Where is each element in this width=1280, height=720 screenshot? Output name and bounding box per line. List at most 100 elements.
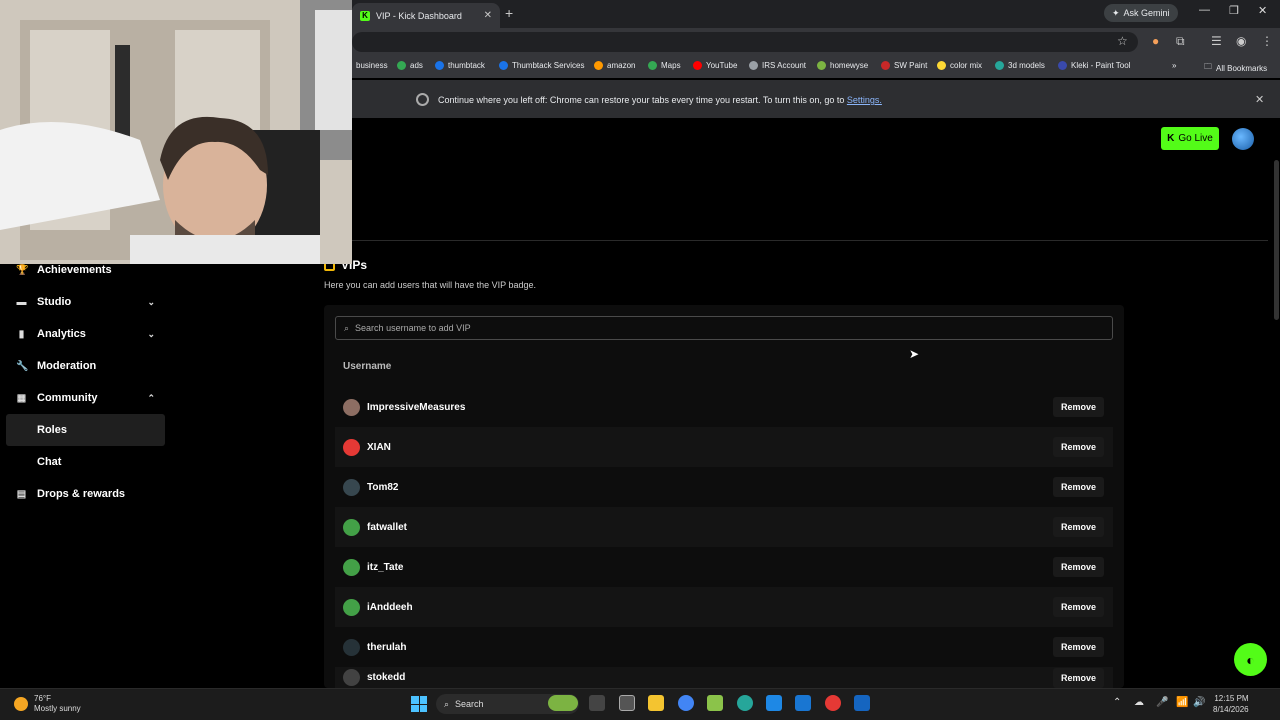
chevron-icon[interactable]: ⌃ [147,393,155,404]
sidebar-item-community[interactable]: ▦ Community ⌃ [0,382,165,414]
app-icon[interactable] [707,695,723,711]
notepad-icon[interactable] [619,695,635,711]
user-avatar[interactable] [1232,128,1254,150]
menu-icon[interactable]: ⋮ [1261,34,1273,48]
sidebar-subitem-chat[interactable]: Chat [6,446,165,478]
close-window-icon[interactable]: ✕ [1258,4,1267,17]
webcam-image [0,0,352,264]
mouse-cursor-icon: ➤ [909,347,920,361]
globe-icon[interactable] [737,695,753,711]
ask-gemini-button[interactable]: ✦ Ask Gemini [1104,4,1178,22]
extensions-icon[interactable]: ⧉ [1176,34,1185,49]
table-row: therulah Remove [335,627,1113,667]
editor-icon[interactable] [795,695,811,711]
infobar-close-icon[interactable]: ✕ [1255,93,1264,106]
chrome-taskbar-icon[interactable] [678,695,694,711]
chevron-icon[interactable]: ⌄ [147,297,155,308]
table-row: XIAN Remove [335,427,1113,467]
task-view-icon[interactable] [589,695,605,711]
bookmark-item[interactable]: amazon [594,61,635,70]
bookmark-favicon-icon [749,61,758,70]
sidebar-item-studio[interactable]: ▬ Studio ⌄ [0,286,165,318]
remove-button[interactable]: Remove [1052,477,1104,497]
media-icon[interactable]: ☰ [1211,34,1222,48]
weather-widget[interactable]: 76°F Mostly sunny [14,694,81,714]
all-bookmarks-button[interactable]: 🗀 All Bookmarks [1204,61,1267,75]
clock-time: 12:15 PM [1214,694,1249,703]
obs-icon[interactable] [825,695,841,711]
remove-button[interactable]: Remove [1052,637,1104,657]
go-live-button[interactable]: K Go Live [1161,127,1219,150]
document-icon[interactable] [766,695,782,711]
taskbar-clock[interactable]: 12:15 PM 8/14/2026 [1213,693,1249,715]
bookmark-item[interactable]: homewyse [817,61,868,70]
browser-tab[interactable]: K VIP - Kick Dashboard ✕ [352,3,500,28]
remove-button[interactable]: Remove [1052,597,1104,617]
search-field[interactable]: ⌕ [335,316,1113,340]
tray-overflow-icon[interactable]: ⌃ [1113,697,1121,708]
help-chat-button[interactable]: ◐ [1234,643,1267,676]
minimize-icon[interactable]: — [1199,4,1210,16]
windows-start-icon[interactable] [411,696,427,712]
star-icon[interactable]: ☆ [1117,34,1128,48]
bookmark-item[interactable]: color mix [937,61,982,70]
table-row: itz_Tate Remove [335,547,1113,587]
bookmark-favicon-icon [881,61,890,70]
bookmark-favicon-icon [693,61,702,70]
profile-extension-icon[interactable]: ● [1152,34,1159,48]
bookmark-item[interactable]: Thumbtack Services [499,61,584,70]
sidebar-item-analytics[interactable]: ▮ Analytics ⌄ [0,318,165,350]
sidebar-item-moderation[interactable]: 🔧 Moderation [0,350,165,382]
bookmark-item[interactable]: Maps [648,61,681,70]
sidebar-item-label: Moderation [37,360,97,372]
avatar [343,558,360,576]
word-icon[interactable] [854,695,870,711]
settings-link[interactable]: Settings. [847,95,882,105]
sidebar-item-label: Analytics [37,328,86,340]
bookmark-label: amazon [607,61,636,70]
bookmark-item[interactable]: thumbtack [435,61,485,70]
microphone-icon[interactable]: 🎤 [1156,697,1168,708]
username: therulah [367,641,407,653]
trophy-icon: 🏆 [16,264,29,276]
bookmark-item[interactable]: YouTube [693,61,737,70]
bookmark-item[interactable]: business [356,61,388,70]
table-row: stokedd Remove [335,667,1113,688]
infobar-text: Continue where you left off: Chrome can … [438,95,845,105]
remove-button[interactable]: Remove [1052,517,1104,537]
tab-close-icon[interactable]: ✕ [484,10,492,21]
bookmark-item[interactable]: SW Paint [881,61,927,70]
file-explorer-icon[interactable] [648,695,664,711]
bookmark-label: IRS Account [762,61,807,70]
avatar [343,598,360,616]
sidebar-subitem-roles[interactable]: Roles [6,414,165,446]
more-bookmarks-button[interactable]: » [1172,61,1176,70]
remove-button[interactable]: Remove [1052,667,1104,688]
new-tab-button[interactable]: + [505,5,513,21]
volume-icon[interactable]: 🔊 [1193,697,1205,708]
bookmark-item[interactable]: 3d models [995,61,1045,70]
bookmark-item[interactable]: ads [397,61,423,70]
widgets-icon[interactable] [548,695,578,711]
search-input[interactable] [355,323,1056,333]
wifi-icon[interactable]: 📶 [1176,697,1188,708]
omnibox[interactable] [352,32,1138,52]
remove-button[interactable]: Remove [1052,437,1104,457]
scrollbar[interactable] [1274,160,1279,320]
gift-icon: ▤ [16,488,27,500]
bookmark-label: business [356,61,388,70]
restore-icon[interactable]: ❐ [1229,4,1239,17]
profile-icon[interactable]: ◉ [1236,34,1246,48]
bookmark-favicon-icon [648,61,657,70]
remove-button[interactable]: Remove [1052,397,1104,417]
chevron-icon[interactable]: ⌄ [147,329,155,340]
remove-button[interactable]: Remove [1052,557,1104,577]
sparkle-icon: ✦ [1112,7,1120,18]
cloud-icon[interactable]: ☁ [1134,697,1144,708]
sidebar-item-label: Achievements [37,264,112,276]
bookmark-item[interactable]: Kleki - Paint Tool [1058,61,1130,70]
bookmark-favicon-icon [435,61,444,70]
sidebar-item-drops[interactable]: ▤ Drops & rewards [0,478,165,510]
bookmark-item[interactable]: IRS Account [749,61,806,70]
headset-icon: ◐ [1246,651,1255,668]
